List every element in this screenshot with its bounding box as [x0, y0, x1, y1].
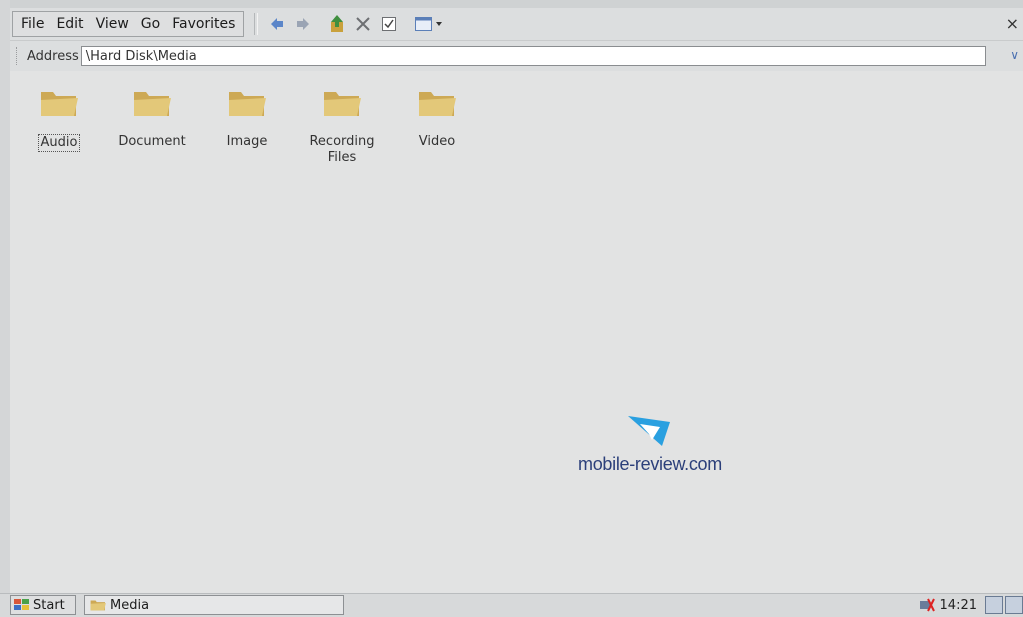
folder-document[interactable]: Document	[107, 86, 197, 150]
keyboard-icon[interactable]	[985, 596, 1003, 614]
folder-label: Image	[226, 134, 268, 149]
menu-group: File Edit View Go Favorites	[12, 11, 245, 37]
start-button[interactable]: Start	[10, 595, 76, 615]
system-tray: 14:21	[918, 595, 1023, 615]
menu-go[interactable]: Go	[135, 16, 166, 32]
back-icon[interactable]	[266, 13, 288, 35]
folder-icon	[41, 92, 78, 116]
screen-bezel	[0, 0, 10, 616]
menu-file[interactable]: File	[15, 16, 50, 32]
folder-label: Audio	[37, 134, 81, 152]
menu-favorites[interactable]: Favorites	[166, 16, 241, 32]
address-dropdown-icon[interactable]: ∨	[1010, 48, 1019, 62]
folder-recording-files[interactable]: Recording Files	[297, 86, 387, 166]
taskbar-item-media[interactable]: Media	[84, 595, 344, 615]
desktop-icon[interactable]	[1005, 596, 1023, 614]
address-bar: Address \Hard Disk\Media ∨	[10, 41, 1023, 71]
close-button[interactable]: ×	[1006, 14, 1019, 33]
address-label: Address	[27, 48, 79, 64]
explorer-window: File Edit View Go Favorites × Address \H	[10, 8, 1023, 593]
folder-icon	[229, 92, 266, 116]
watermark-logo-icon	[628, 416, 670, 446]
folder-label: Recording Files	[309, 134, 375, 165]
forward-icon[interactable]	[292, 13, 314, 35]
start-flag-icon	[14, 599, 29, 610]
start-label: Start	[33, 597, 65, 613]
watermark-text: mobile-review.com	[578, 454, 722, 474]
taskbar-item-label: Media	[110, 597, 150, 613]
toolbar-grip[interactable]	[16, 47, 23, 65]
watermark: mobile-review.com	[565, 412, 735, 475]
folder-label: Document	[118, 134, 186, 149]
folder-icon	[134, 92, 171, 116]
folder-video[interactable]: Video	[392, 86, 482, 150]
menu-view[interactable]: View	[90, 16, 135, 32]
properties-icon[interactable]	[378, 13, 400, 35]
delete-icon[interactable]	[352, 13, 374, 35]
folder-view: Audio Document Image Recording Files Vid…	[10, 72, 1023, 593]
folder-icon	[419, 92, 456, 116]
clock[interactable]: 14:21	[940, 598, 977, 613]
address-input[interactable]: \Hard Disk\Media	[80, 46, 986, 66]
taskbar: Start Media 14:21	[0, 593, 1023, 617]
folder-image[interactable]: Image	[202, 86, 292, 150]
folder-icon	[324, 92, 361, 116]
menu-edit[interactable]: Edit	[50, 16, 89, 32]
views-icon[interactable]	[412, 13, 446, 35]
folder-icon	[90, 600, 106, 611]
menubar: File Edit View Go Favorites ×	[10, 8, 1023, 41]
folder-audio[interactable]: Audio	[14, 86, 104, 152]
folder-label: Video	[418, 134, 456, 149]
up-folder-icon[interactable]	[326, 13, 348, 35]
toolbar-separator	[254, 13, 259, 35]
network-status-icon[interactable]	[918, 597, 936, 613]
